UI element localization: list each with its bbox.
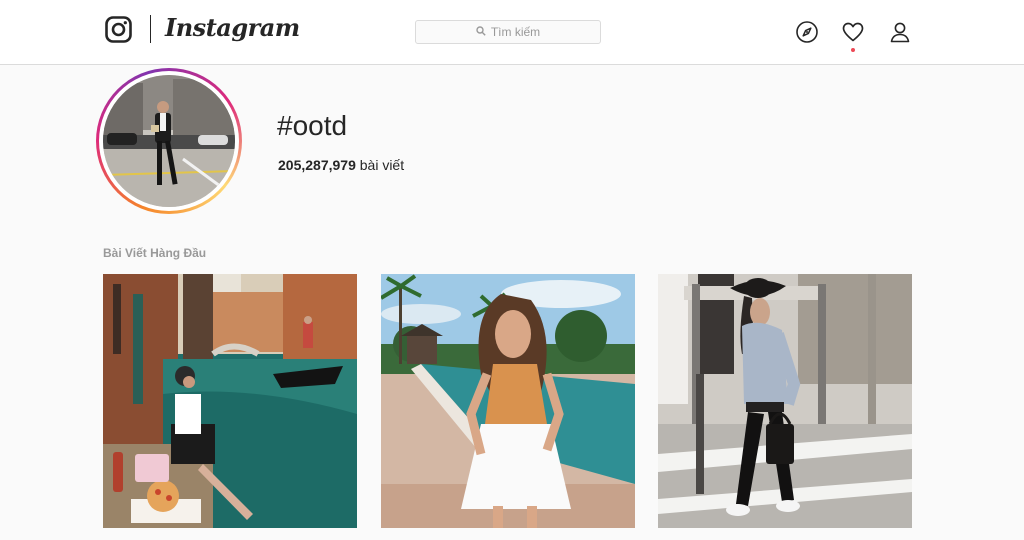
hashtag-title: #ootd — [277, 110, 348, 141]
instagram-glyph-icon[interactable] — [105, 16, 132, 43]
notification-dot — [851, 48, 855, 52]
post-count-number: 205,287,979 — [278, 157, 356, 173]
post-count-suffix: bài viết — [359, 157, 405, 173]
user-icon[interactable] — [888, 20, 912, 44]
post-count: 205,287,979 bài viết — [278, 157, 404, 173]
post-thumbnail[interactable] — [658, 274, 912, 528]
compass-icon[interactable] — [795, 20, 819, 44]
post-thumbnail[interactable] — [103, 274, 357, 528]
top-posts-heading: Bài Viết Hàng Đầu — [103, 246, 207, 260]
search-input[interactable]: Tìm kiếm — [415, 20, 601, 44]
search-placeholder: Tìm kiếm — [490, 25, 541, 39]
hashtag-avatar[interactable] — [96, 68, 242, 214]
avatar-photo — [103, 75, 235, 207]
instagram-wordmark[interactable]: Instagram — [165, 13, 300, 42]
post-thumbnail[interactable] — [381, 274, 635, 528]
logo-divider — [150, 15, 151, 43]
search-icon — [476, 23, 486, 41]
top-nav-bar: Instagram Tìm kiếm — [0, 0, 1024, 65]
heart-icon[interactable] — [841, 20, 865, 44]
